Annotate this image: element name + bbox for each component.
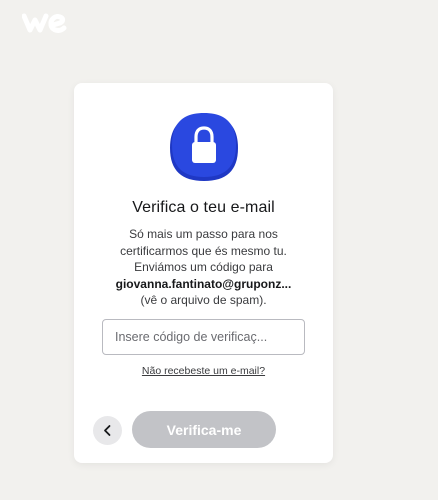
description-line: Só mais um passo para nos: [129, 227, 278, 241]
page-title: Verifica o teu e-mail: [132, 199, 275, 216]
description-line: Enviámos um código para: [134, 260, 273, 274]
wetransfer-logo-icon: [22, 13, 67, 33]
verify-button[interactable]: Verifica-me: [132, 411, 276, 448]
description-line: certificarmos que és mesmo tu.: [120, 243, 287, 258]
lock-icon: [170, 113, 238, 181]
description-line: (vê o arquivo de spam).: [140, 293, 267, 307]
back-button[interactable]: [93, 416, 122, 445]
verification-description: Só mais um passo para nos certificarmos …: [92, 226, 315, 309]
verification-code-input[interactable]: [102, 319, 305, 355]
chevron-left-icon: [104, 425, 111, 436]
verification-dialog: Verifica o teu e-mail Só mais um passo p…: [74, 83, 333, 463]
resend-email-link[interactable]: Não recebeste um e-mail?: [74, 365, 333, 377]
email-address: giovanna.fantinato@gruponz...: [115, 276, 292, 291]
